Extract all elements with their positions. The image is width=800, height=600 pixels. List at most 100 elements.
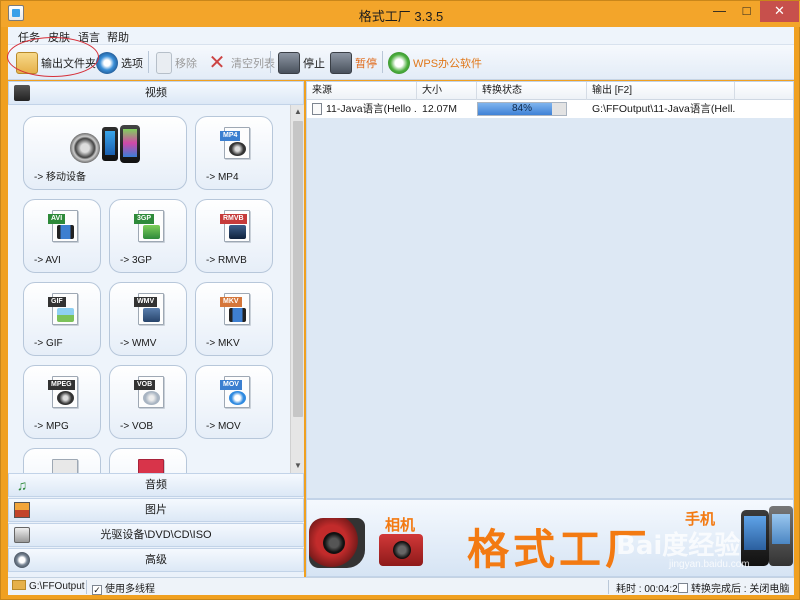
gif-file-icon: GIF [48,293,78,325]
remove-button[interactable]: 移除 [156,49,197,76]
format-tag: AVI [48,214,66,224]
category-advanced-label: 高级 [145,554,167,566]
column-source[interactable]: 来源 [307,82,417,100]
picture-icon [14,502,30,518]
options-label: 选项 [121,57,143,70]
toolbar-separator [270,51,271,73]
format-label: -> GIF [34,338,63,349]
output-path-status[interactable]: G:\FFOutput [12,580,85,592]
title-bar[interactable]: 格式工厂 3.3.5 — □ ✕ [1,1,800,27]
scroll-thumb[interactable] [293,121,303,417]
stop-icon [278,51,300,74]
format-gif-button[interactable]: GIF -> GIF [23,282,101,356]
options-button[interactable]: 选项 [96,49,143,76]
format-more-button[interactable] [109,448,187,473]
options-icon [96,51,118,74]
format-mov-button[interactable]: MOV -> MOV [195,365,273,439]
format-tag: MP4 [220,131,241,141]
pause-icon [330,51,352,74]
toolbar: 输出文件夹 选项 移除 ✕ 清空列表 停止 暂停 WPS办公软件 [8,45,794,80]
column-output[interactable]: 输出 [F2] [587,82,735,100]
format-tag: VOB [134,380,156,390]
format-3gp-button[interactable]: 3GP -> 3GP [109,199,187,273]
menu-item-help[interactable]: 帮助 [107,29,129,45]
format-grid-scrollbar[interactable]: ▲ ▼ [290,105,304,473]
category-picture-label: 图片 [145,504,167,516]
column-status[interactable]: 转换状态 [477,82,587,100]
category-video[interactable]: 视频 [8,81,304,105]
format-mpg-button[interactable]: MPEG -> MPG [23,365,101,439]
watermark-logo: Bai度经验 [616,531,741,561]
column-size[interactable]: 大小 [417,82,477,100]
scroll-up-arrow-icon[interactable]: ▲ [291,105,305,119]
category-video-label: 视频 [145,87,167,99]
after-convert-option[interactable]: 转换完成后 : 关闭电脑 [678,580,789,595]
gears-icon [14,552,30,568]
banner-camera-label: 相机 [385,517,416,534]
status-separator [86,580,87,594]
after-convert-checkbox[interactable] [678,583,688,593]
format-tag: WMV [134,297,158,307]
format-tag: MKV [220,297,242,307]
window-title: 格式工厂 3.3.5 [358,9,444,24]
category-audio-label: 音频 [145,479,167,491]
music-note-icon: ♫ [16,477,28,493]
progress-text: 84% [511,103,532,114]
pause-label[interactable]: 暂停 [355,55,377,71]
wps-label: WPS办公软件 [413,57,483,70]
mov-file-icon: MOV [220,376,250,408]
category-panel: 视频 -> 移动设备 MP4 -> MP4 AVI -> AVI 3GP -> … [8,81,304,577]
multithread-checkbox[interactable]: ✓ [92,585,102,595]
task-list-header: 来源 大小 转换状态 输出 [F2] [307,82,793,100]
wmv-file-icon: WMV [134,293,164,325]
toolbar-separator [382,51,383,73]
clear-list-button[interactable]: ✕ 清空列表 [206,49,275,76]
multithread-option[interactable]: ✓ 使用多线程 [92,580,155,595]
annotation-circle [7,37,99,77]
output-path-text: G:\FFOutput [29,581,85,592]
elapsed-time: 耗时 : 00:04:20 [616,584,684,595]
minimize-button[interactable]: — [706,1,733,22]
phone-icon [741,510,769,566]
category-audio[interactable]: ♫ 音频 [8,473,304,497]
stop-button[interactable]: 停止 [278,49,325,76]
format-mp4-button[interactable]: MP4 -> MP4 [195,116,273,190]
task-size: 12.07M [422,103,458,115]
watermark-url: jingyan.baidu.com [669,559,750,570]
category-disc-label: 光驱设备\DVD\CD\ISO [100,529,212,541]
vob-file-icon: VOB [134,376,164,408]
category-picture[interactable]: 图片 [8,498,304,522]
remove-icon [156,51,172,74]
task-progress-bar: 84% [477,102,567,116]
format-vob-button[interactable]: VOB -> VOB [109,365,187,439]
format-tag: MOV [220,380,242,390]
wps-office-button[interactable]: WPS办公软件 [388,49,482,76]
pause-button[interactable]: 暂停 [330,49,377,76]
table-row[interactable]: 11-Java语言(Hello ... 12.07M 84% G:\FFOutp… [307,100,793,118]
mobile-devices-icon [70,125,142,165]
category-advanced[interactable]: 高级 [8,548,304,572]
format-wmv-button[interactable]: WMV -> WMV [109,282,187,356]
format-more-button[interactable] [23,448,101,473]
avi-file-icon: AVI [48,210,78,242]
video-format-grid: -> 移动设备 MP4 -> MP4 AVI -> AVI 3GP -> 3GP… [8,105,290,473]
maximize-button[interactable]: □ [733,1,760,22]
format-mkv-button[interactable]: MKV -> MKV [195,282,273,356]
format-mobile-devices-button[interactable]: -> 移动设备 [23,116,187,190]
task-list[interactable]: 来源 大小 转换状态 输出 [F2] 11-Java语言(Hello ... 1… [307,82,793,498]
scroll-down-arrow-icon[interactable]: ▼ [291,459,305,473]
phone-icon [769,506,793,566]
format-rmvb-button[interactable]: RMVB -> RMVB [195,199,273,273]
more-file-icon [138,459,164,473]
format-avi-button[interactable]: AVI -> AVI [23,199,101,273]
task-source: 11-Java语言(Hello ... [326,103,417,115]
status-bar: G:\FFOutput ✓ 使用多线程 耗时 : 00:04:20 转换完成后 :… [8,577,794,595]
category-disc[interactable]: 光驱设备\DVD\CD\ISO [8,523,304,547]
close-button[interactable]: ✕ [760,1,799,22]
camcorder-icon [309,518,365,568]
menu-bar: 任务 皮肤 语言 帮助 [8,27,794,45]
format-label: -> MP4 [206,172,239,183]
wps-icon [388,51,410,74]
mp4-file-icon: MP4 [220,127,250,159]
camera-icon [379,534,423,566]
